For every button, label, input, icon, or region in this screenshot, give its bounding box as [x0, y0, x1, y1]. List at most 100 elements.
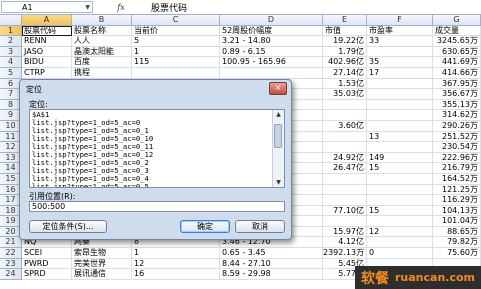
table-cell[interactable]: 75.60万 [433, 248, 481, 259]
table-cell[interactable]: 1 [132, 248, 220, 259]
row-header[interactable]: 5 [0, 67, 22, 79]
table-cell[interactable]: 展讯通信 [72, 269, 132, 280]
table-cell[interactable] [367, 216, 433, 227]
row-header[interactable]: 24 [0, 269, 22, 280]
table-cell[interactable] [323, 216, 367, 227]
table-cell[interactable]: 402.96亿 [323, 57, 367, 68]
table-cell[interactable]: 1 [132, 46, 220, 58]
row-header[interactable]: 22 [0, 248, 22, 259]
column-header[interactable]: A [22, 15, 72, 26]
table-cell[interactable] [323, 184, 367, 196]
table-cell[interactable]: 88.65万 [433, 226, 481, 238]
column-header[interactable]: D [220, 15, 323, 26]
table-cell[interactable]: 1.53亿 [323, 78, 367, 90]
table-cell[interactable]: 8.44 - 27.10 [220, 258, 323, 270]
table-cell[interactable] [220, 67, 323, 79]
table-cell[interactable]: 35 [367, 57, 433, 68]
table-cell[interactable]: 367.95万 [433, 78, 481, 90]
table-cell[interactable]: JASO [22, 46, 72, 58]
table-cell[interactable]: 12 [132, 258, 220, 270]
table-cell[interactable]: 0 [367, 248, 433, 259]
table-cell[interactable]: 成交量 [433, 25, 481, 37]
fx-icon[interactable]: fx [117, 3, 124, 12]
row-header[interactable]: 3 [0, 46, 22, 58]
table-cell[interactable] [323, 195, 367, 206]
table-cell[interactable]: 5 [132, 36, 220, 47]
table-cell[interactable]: 12 [367, 226, 433, 238]
table-cell[interactable]: 35.03亿 [323, 89, 367, 100]
column-header[interactable]: F [367, 15, 433, 26]
table-cell[interactable]: 630.65万 [433, 46, 481, 58]
table-cell[interactable]: 3.21 - 14.80 [220, 36, 323, 47]
table-cell[interactable] [367, 237, 433, 249]
table-cell[interactable]: 216.79万 [433, 163, 481, 174]
table-cell[interactable]: SCEI [22, 248, 72, 259]
table-cell[interactable]: 222.96万 [433, 152, 481, 164]
table-cell[interactable] [367, 173, 433, 185]
table-cell[interactable]: 晶澳太阳能 [72, 46, 132, 58]
table-cell[interactable]: 索昂生物 [72, 248, 132, 259]
table-cell[interactable]: 0.65 - 3.45 [220, 248, 323, 259]
table-cell[interactable]: 百度 [72, 57, 132, 68]
table-cell[interactable] [367, 110, 433, 121]
row-header[interactable]: 2 [0, 36, 22, 47]
column-header[interactable]: C [132, 15, 220, 26]
table-cell[interactable]: 携程 [72, 67, 132, 79]
row-header[interactable]: 4 [0, 57, 22, 68]
table-cell[interactable]: 115 [132, 57, 220, 68]
table-cell[interactable]: 市盈率 [367, 25, 433, 37]
table-cell[interactable]: 164.52万 [433, 173, 481, 185]
table-cell[interactable]: 0.89 - 6.15 [220, 46, 323, 58]
table-cell[interactable] [367, 120, 433, 132]
column-header[interactable]: G [433, 15, 481, 26]
table-cell[interactable]: 完美世界 [72, 258, 132, 270]
table-cell[interactable] [367, 99, 433, 111]
table-cell[interactable]: CTRP [22, 67, 72, 79]
table-cell[interactable] [367, 142, 433, 153]
table-cell[interactable]: 355.13万 [433, 99, 481, 111]
table-cell[interactable]: 8.59 - 29.98 [220, 269, 323, 280]
row-header[interactable]: 23 [0, 258, 22, 270]
table-cell[interactable]: 16 [132, 269, 220, 280]
table-cell[interactable]: 52周股价幅度 [220, 25, 323, 37]
row-header[interactable]: 1 [0, 25, 22, 37]
ok-button[interactable]: 确定 [180, 220, 230, 233]
column-header[interactable]: B [72, 15, 132, 26]
goto-listbox[interactable]: $A$1 list.jsp?type=1_od=5_ac=0 list.jsp?ty… [29, 109, 285, 188]
table-cell[interactable]: 79.82万 [433, 237, 481, 249]
table-cell[interactable] [367, 46, 433, 58]
close-button[interactable]: × [269, 82, 287, 95]
goto-list-item[interactable]: list.jsp?type=1_od=5_ac=0_5 [32, 183, 272, 188]
table-cell[interactable] [367, 89, 433, 100]
table-cell[interactable]: 当前价 [132, 25, 220, 37]
table-cell[interactable]: 15.97亿 [323, 226, 367, 238]
select-all-corner[interactable] [0, 15, 22, 26]
table-cell[interactable]: BIDU [22, 57, 72, 68]
table-cell[interactable] [367, 78, 433, 90]
table-cell[interactable]: 149 [367, 152, 433, 164]
table-cell[interactable]: 290.26万 [433, 120, 481, 132]
table-cell[interactable] [323, 99, 367, 111]
table-cell[interactable] [323, 110, 367, 121]
table-cell[interactable]: 市值 [323, 25, 367, 37]
table-cell[interactable]: 230.54万 [433, 142, 481, 153]
table-cell[interactable]: 26.47亿 [323, 163, 367, 174]
table-cell[interactable]: 414.66万 [433, 67, 481, 79]
table-cell[interactable] [323, 142, 367, 153]
chevron-down-icon[interactable]: ▼ [85, 4, 90, 11]
row-header[interactable]: 21 [0, 237, 22, 249]
table-cell[interactable]: 股票名称 [72, 25, 132, 37]
table-cell[interactable]: 17 [367, 67, 433, 79]
formula-input[interactable]: 股票代码 [149, 1, 481, 14]
table-cell[interactable]: 104.13万 [433, 205, 481, 217]
table-cell[interactable]: 441.69万 [433, 57, 481, 68]
reference-input[interactable]: 500:500 [29, 201, 285, 212]
table-cell[interactable]: 3.60亿 [323, 120, 367, 132]
table-cell[interactable] [367, 184, 433, 196]
table-cell[interactable]: 27.14亿 [323, 67, 367, 79]
table-cell[interactable]: 101.04万 [433, 216, 481, 227]
table-cell[interactable]: 股票代码 [22, 25, 72, 37]
special-button[interactable]: 定位条件(S)... [29, 220, 107, 233]
table-cell[interactable] [323, 173, 367, 185]
table-cell[interactable]: 3245.65万 [433, 36, 481, 47]
